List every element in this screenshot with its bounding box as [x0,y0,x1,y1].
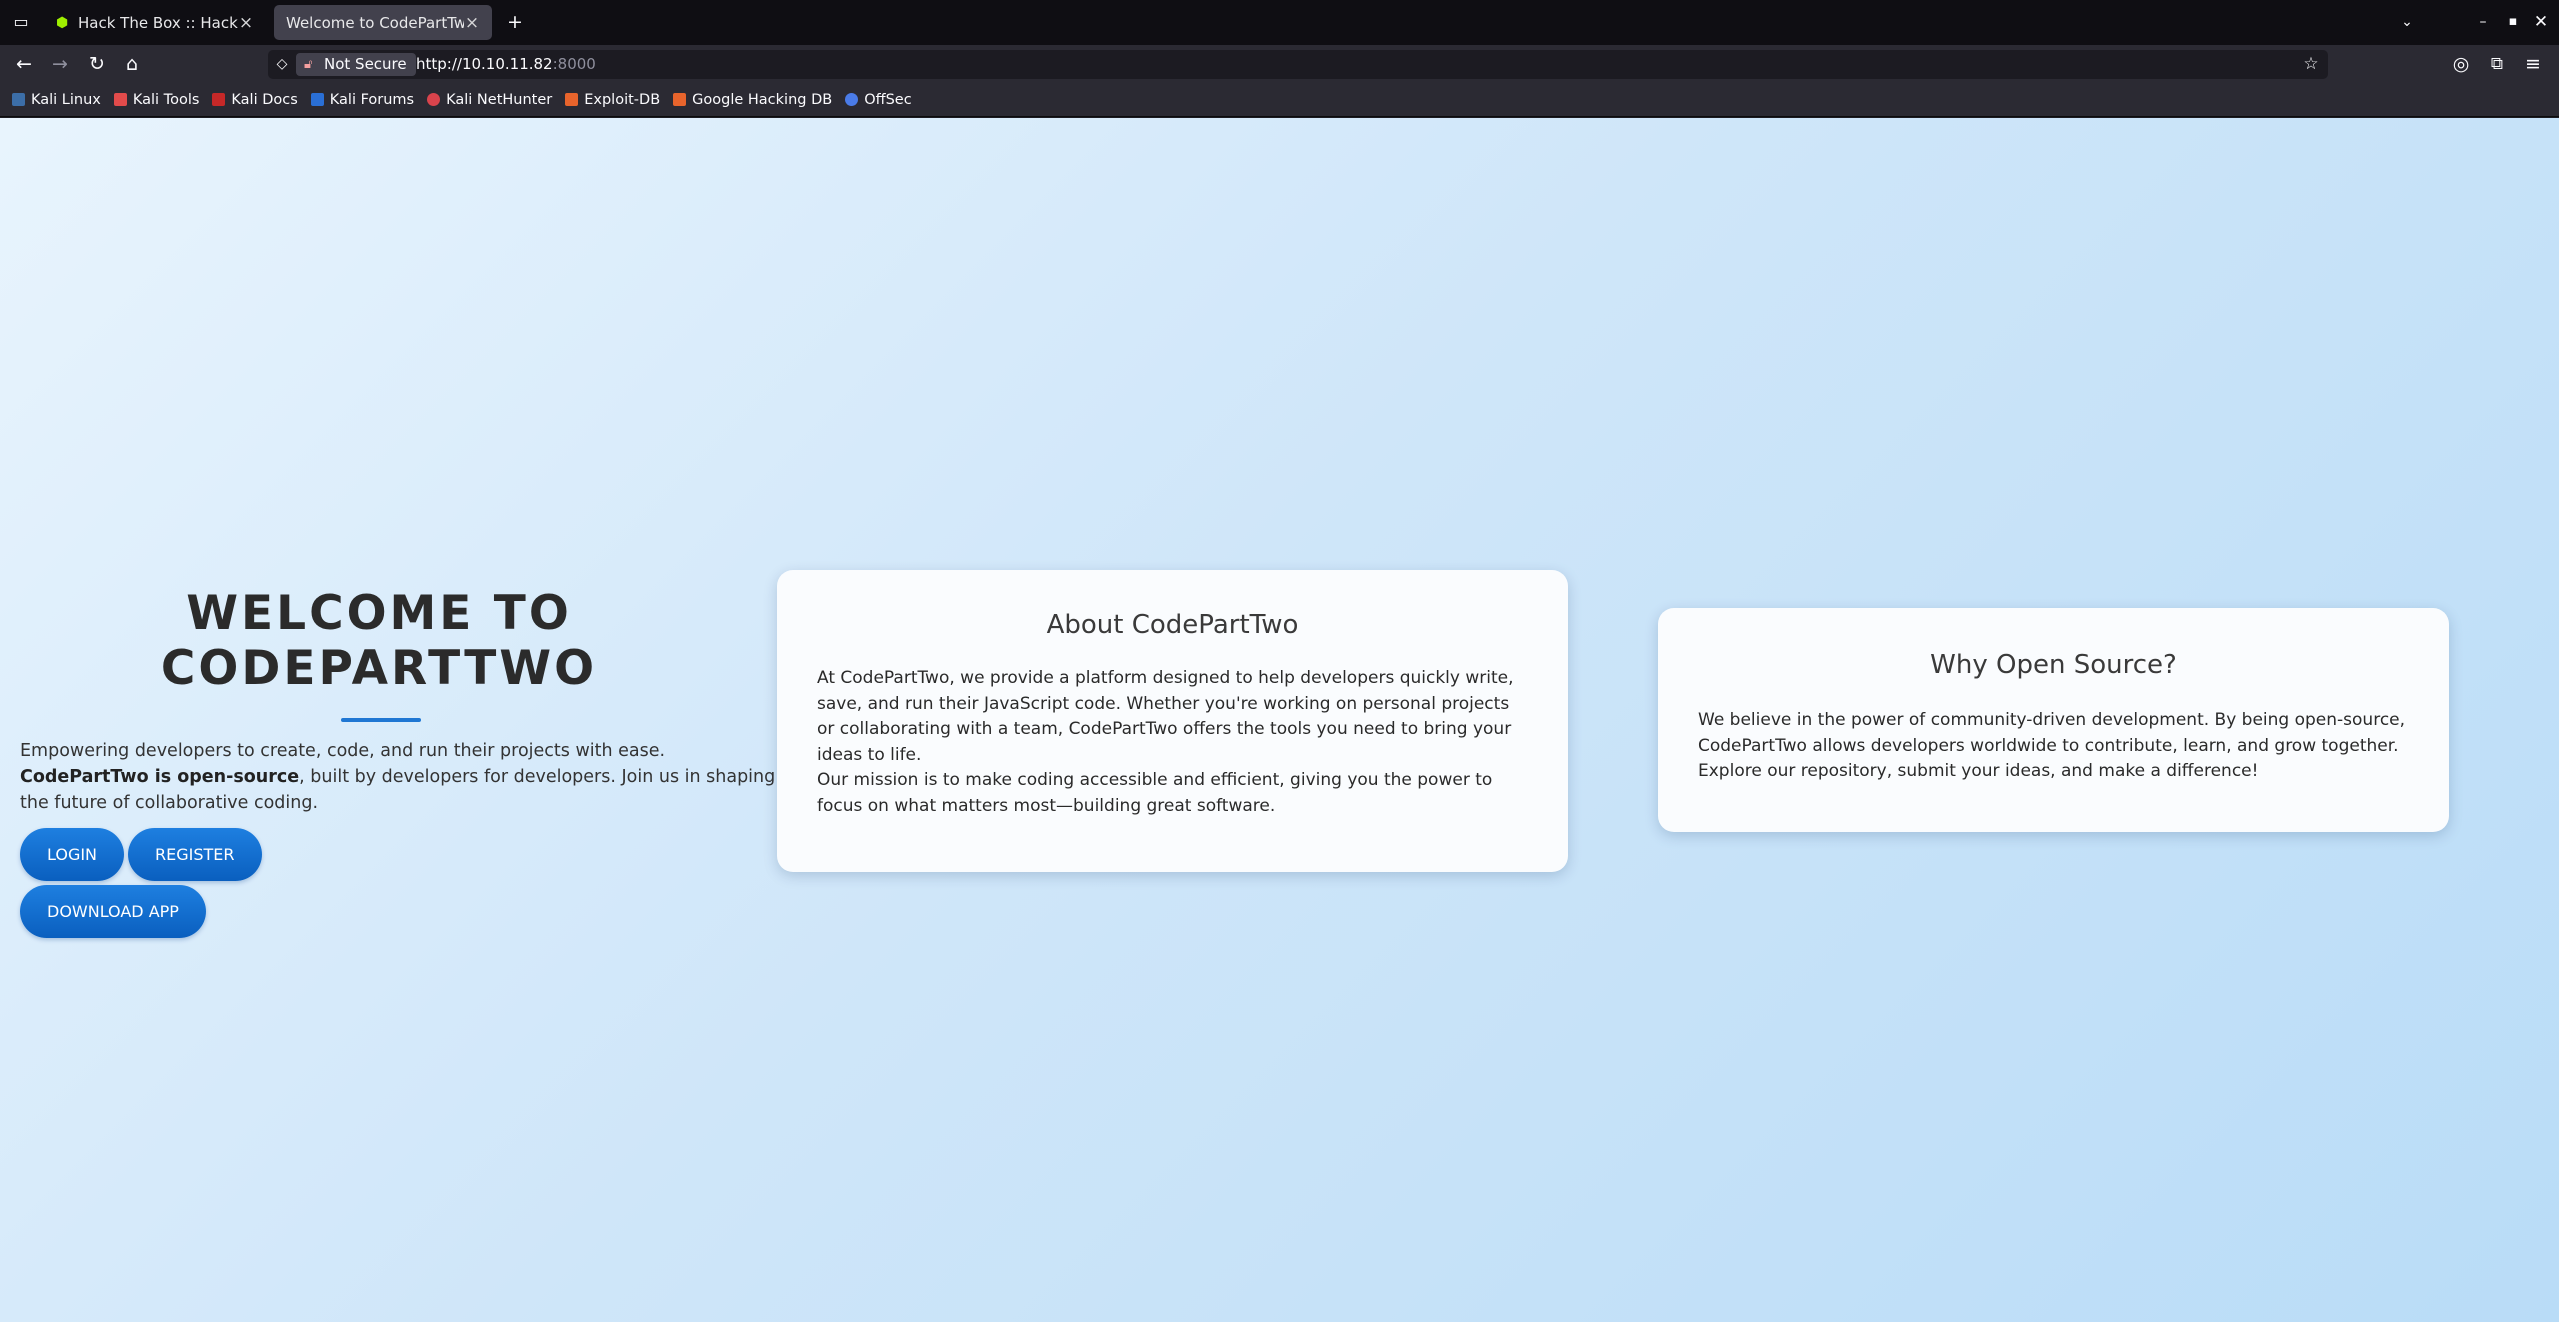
login-button[interactable]: LOGIN [20,828,125,881]
maximize-icon[interactable]: ▪ [2500,9,2526,35]
hero-line-1: Empowering developers to create, code, a… [20,741,666,761]
download-app-button[interactable]: DOWNLOAD APP [20,885,206,938]
bookmark-kali-linux[interactable]: Kali Linux [12,92,101,108]
open-source-paragraph: We believe in the power of community-dri… [1698,710,2406,781]
exploit-db-icon [565,93,579,106]
hero-title: WELCOME TO CODEPARTTWO [160,586,598,696]
close-tab-icon[interactable]: × [238,13,254,33]
extensions-icon[interactable]: ⧉ [2484,51,2510,77]
not-secure-badge[interactable]: 🔓︎ Not Secure [296,53,416,76]
url-port: :8000 [552,55,596,73]
about-paragraph-2: Our mission is to make coding accessible… [817,770,1493,816]
bookmark-label: Kali Docs [231,91,298,108]
bookmark-label: Kali Tools [132,91,200,108]
bookmark-label: OffSec [864,91,912,108]
bookmark-kali-docs[interactable]: Kali Docs [212,91,298,108]
offsec-icon [845,93,859,106]
hero-section: WELCOME TO CODEPARTTWO Empowering develo… [20,586,778,938]
menu-icon[interactable]: ≡ [2520,51,2546,77]
page-content: WELCOME TO CODEPARTTWO Empowering develo… [0,118,2559,1322]
open-source-bold: CodePartTwo is open-source [20,767,300,787]
home-icon[interactable]: ⌂ [119,51,145,77]
kali-tools-icon [113,93,127,106]
new-tab-icon[interactable]: + [502,9,528,35]
url-host: http://10.10.11.82 [416,55,553,73]
kali-dragon-icon [12,93,25,106]
insecure-lock-icon: 🔓︎ [304,57,313,72]
bookmark-kali-nethunter[interactable]: Kali NetHunter [427,92,552,108]
close-window-icon[interactable]: ✕ [2528,9,2554,35]
minimize-icon[interactable]: – [2470,9,2496,35]
kali-docs-icon [212,93,226,106]
tab-title: Welcome to CodePartTwo [286,13,464,32]
tab-overview-icon[interactable]: ▭ [8,9,34,35]
reload-icon[interactable]: ↻ [84,51,110,77]
url-text[interactable]: http://10.10.11.82:8000 [416,50,596,79]
tab-hackthebox[interactable]: ⬢ Hack The Box :: Hack The Box × [44,5,266,40]
list-all-tabs-icon[interactable]: ⌄ [2394,9,2420,35]
open-source-title: Why Open Source? [1930,650,2177,680]
tab-codeparttwo[interactable]: Welcome to CodePartTwo × [274,5,492,40]
bookmark-label: Google Hacking DB [692,91,833,108]
tab-bar: ▭ ⬢ Hack The Box :: Hack The Box × Welco… [0,0,2559,45]
hero-description: Empowering developers to create, code, a… [20,738,778,816]
about-card: About CodePartTwo At CodePartTwo, we pro… [777,570,1568,872]
forward-icon[interactable]: → [47,51,73,77]
close-tab-icon[interactable]: × [464,13,480,33]
bookmark-kali-forums[interactable]: Kali Forums [310,91,415,108]
not-secure-label: Not Secure [324,55,407,73]
tracking-protection-shield-icon[interactable]: ◇ [269,51,295,77]
hero-line-2: CodePartTwo is open-source, built by dev… [20,764,778,816]
ghdb-icon [673,93,687,106]
bookmark-label: Kali Linux [31,91,101,108]
account-icon[interactable]: ◎ [2448,51,2474,77]
open-source-card: Why Open Source? We believe in the power… [1658,608,2449,832]
navigation-toolbar: ← → ↻ ⌂ ◇ 🔓︎ Not Secure http://10.10.11.… [0,45,2559,83]
title-underline [341,718,421,722]
bookmark-google-hacking-db[interactable]: Google Hacking DB [673,92,832,108]
bookmark-offsec[interactable]: OffSec [845,92,912,108]
tab-title: Hack The Box :: Hack The Box [78,13,238,32]
hero-buttons: LOGIN REGISTER DOWNLOAD APP [20,828,320,938]
bookmark-exploit-db[interactable]: Exploit-DB [565,92,660,108]
hackthebox-favicon-icon: ⬢ [56,14,69,31]
register-button[interactable]: REGISTER [128,828,262,881]
bookmarks-toolbar: Kali Linux Kali Tools Kali Docs Kali For… [0,83,2559,117]
back-icon[interactable]: ← [11,51,37,77]
kali-forums-icon [310,93,324,106]
about-title: About CodePartTwo [1046,610,1299,640]
url-bar[interactable]: ◇ 🔓︎ Not Secure http://10.10.11.82:8000 … [268,50,2328,79]
bookmark-star-icon[interactable]: ☆ [2298,51,2324,77]
bookmark-label: Exploit-DB [584,91,661,108]
bookmark-kali-tools[interactable]: Kali Tools [113,91,200,108]
bookmark-label: Kali NetHunter [446,91,553,108]
about-paragraph-1: At CodePartTwo, we provide a platform de… [817,668,1514,765]
nethunter-icon [427,93,441,106]
bookmark-label: Kali Forums [329,91,415,108]
